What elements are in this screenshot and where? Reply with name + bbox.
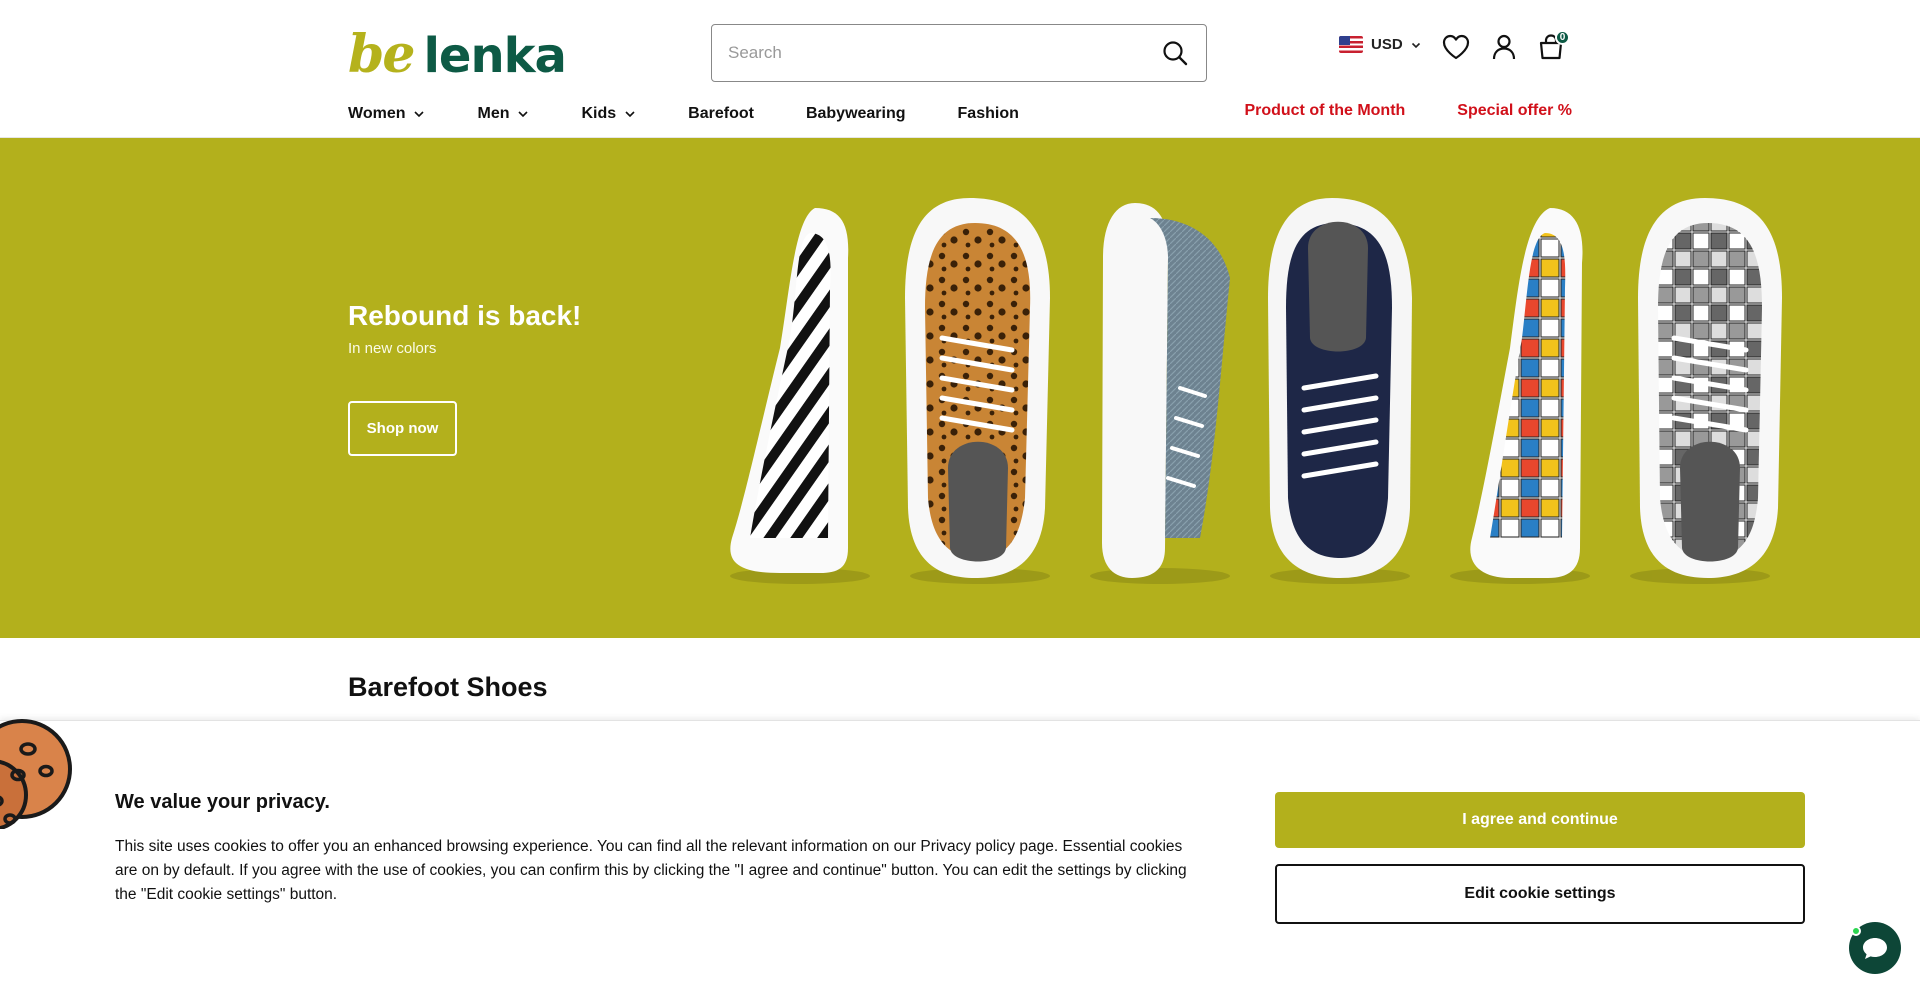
nav-promo-links: Product of the Month Special offer %	[1244, 102, 1572, 120]
nav-item-barefoot[interactable]: Barefoot	[688, 105, 754, 123]
logo-lenka-text: lenka	[423, 28, 566, 84]
us-flag-icon	[1339, 36, 1363, 53]
cookie-title: We value your privacy.	[115, 791, 330, 813]
site-header: be lenka USD 0 Women Men Kids	[0, 0, 1920, 138]
cookie-icon	[0, 719, 72, 829]
account-button[interactable]	[1489, 32, 1519, 62]
nav-special-offer[interactable]: Special offer %	[1457, 102, 1572, 120]
cart-button[interactable]: 0	[1536, 30, 1570, 62]
nav-item-label: Barefoot	[688, 105, 754, 122]
hero-title: Rebound is back!	[348, 300, 582, 331]
currency-selector[interactable]: USD	[1339, 36, 1421, 53]
edit-cookie-settings-button[interactable]: Edit cookie settings	[1275, 864, 1805, 924]
chevron-down-icon	[1411, 42, 1420, 48]
search-input[interactable]	[728, 43, 1160, 63]
brand-logo[interactable]: be lenka	[348, 24, 567, 85]
cookie-banner: We value your privacy. This site uses co…	[0, 719, 1920, 993]
nav-item-women[interactable]: Women	[348, 105, 425, 123]
nav-item-label: Women	[348, 105, 406, 122]
search-icon[interactable]	[1160, 38, 1190, 68]
chevron-down-icon	[518, 111, 529, 118]
user-icon	[1492, 34, 1516, 60]
currency-label: USD	[1371, 36, 1403, 53]
chat-widget-button[interactable]	[1849, 922, 1901, 974]
chevron-down-icon	[414, 111, 425, 118]
shop-now-button[interactable]: Shop now	[348, 401, 457, 456]
hero-banner[interactable]: Rebound is back! In new colors Shop now	[0, 138, 1920, 638]
nav-item-label: Men	[477, 105, 510, 122]
nav-item-label: Fashion	[957, 105, 1019, 122]
agree-continue-button[interactable]: I agree and continue	[1275, 792, 1805, 848]
online-status-dot	[1851, 926, 1861, 936]
nav-item-label: Kids	[581, 105, 617, 122]
chat-bubble-icon	[1863, 938, 1887, 959]
nav-item-fashion[interactable]: Fashion	[958, 105, 1019, 123]
chevron-down-icon	[625, 111, 635, 118]
nav-item-men[interactable]: Men	[477, 105, 529, 123]
nav-item-label: Babywearing	[805, 105, 906, 122]
cart-count-badge: 0	[1555, 30, 1570, 45]
hero-shoes-image	[730, 198, 1782, 584]
search-box	[711, 24, 1207, 82]
nav-product-of-month[interactable]: Product of the Month	[1244, 102, 1405, 120]
logo-be-text: be	[348, 24, 415, 85]
main-nav: Women Men Kids Barefoot Babywearing Fash…	[348, 102, 1071, 126]
section-title: Barefoot Shoes	[348, 672, 548, 702]
wishlist-button[interactable]	[1441, 32, 1471, 62]
nav-item-babywearing[interactable]: Babywearing	[806, 105, 906, 123]
nav-item-kids[interactable]: Kids	[581, 105, 636, 123]
heart-icon	[1442, 34, 1470, 60]
cookie-description: This site uses cookies to offer you an e…	[115, 838, 1187, 903]
hero-subtitle: In new colors	[348, 340, 437, 357]
